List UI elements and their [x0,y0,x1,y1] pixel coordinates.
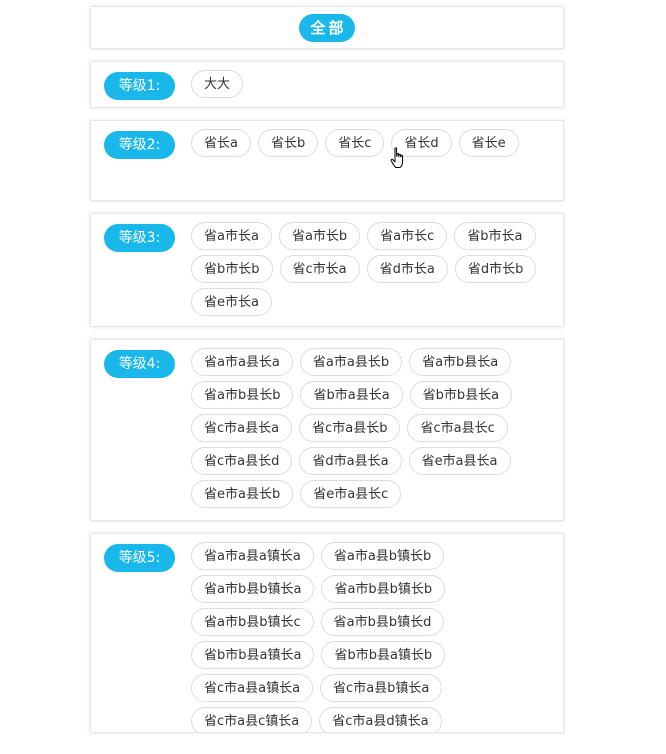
tag-item[interactable]: 省a市a县b镇长b [320,542,445,570]
tag-item[interactable]: 省e市a县长a [408,447,511,475]
tag-item[interactable]: 省b市长a [454,222,536,250]
level-4-panel: 等级4: 省a市a县长a 省a市a县长b 省a市b县长a 省a市b县长b 省b市… [90,339,564,521]
level-1-tags: 大大 [191,70,553,107]
tag-item[interactable]: 省c市a县b镇长a [320,674,443,702]
tag-item[interactable]: 省a市b县b镇长c [191,608,314,636]
tag-item[interactable]: 省c市a县长a [191,414,293,442]
level-2-label: 等级2: [104,131,175,159]
tag-item[interactable]: 省c市a县长c [407,414,508,442]
tag-item[interactable]: 省c市a县d镇长a [319,707,442,732]
tag-item[interactable]: 省a市b县长a [409,348,512,376]
tag-item[interactable]: 省长c [325,129,385,157]
tag-item[interactable]: 省d市长a [366,255,448,283]
tag-item[interactable]: 省长a [191,129,251,157]
level-3-panel: 等级3: 省a市长a 省a市长b 省a市长c 省b市长a 省b市长b 省c市长a… [90,213,564,327]
tag-item[interactable]: 省长b [257,129,319,157]
hand-pointer-icon [390,147,404,168]
level-1-label: 等级1: [104,72,175,100]
tag-item[interactable]: 省c市a县a镇长a [191,674,314,702]
tag-item[interactable]: 省a市b县长b [191,381,294,409]
tag-item[interactable]: 省e市长a [191,288,272,316]
level-2-tags: 省长a 省长b 省长c 省长d 省长e [191,129,553,200]
level-1-panel: 等级1: 大大 [90,61,564,108]
level-5-tags: 省a市a县a镇长a 省a市a县b镇长b 省a市b县b镇长a 省a市b县b镇长b … [191,542,553,732]
level-5-panel: 等级5: 省a市a县a镇长a 省a市a县b镇长b 省a市b县b镇长a 省a市b县… [90,533,564,733]
tag-item[interactable]: 省d市a县长a [299,447,402,475]
level-5-label: 等级5: [104,544,175,572]
tag-item[interactable]: 省a市长c [367,222,448,250]
tag-item[interactable]: 省a市a县长b [299,348,403,376]
tag-item[interactable]: 省b市a县长a [300,381,403,409]
tag-item[interactable]: 省a市a县长a [191,348,293,376]
tag-item[interactable]: 省c市a县长d [191,447,293,475]
tag-item[interactable]: 省b市b县长a [409,381,513,409]
tag-item[interactable]: 省e市a县长b [191,480,294,508]
tag-item[interactable]: 省a市长b [278,222,361,250]
tag-item[interactable]: 省长e [458,129,519,157]
tag-item[interactable]: 省e市a县长c [300,480,402,508]
tag-item[interactable]: 省c市a县c镇长a [191,707,313,732]
tag-item[interactable]: 省a市长a [191,222,272,250]
level-4-label: 等级4: [104,350,175,378]
all-button[interactable]: 全部 [299,13,355,42]
tag-item[interactable]: 省b市长b [191,255,273,283]
tag-item[interactable]: 省c市a县长b [299,414,401,442]
tag-item[interactable]: 省a市b县b镇长b [321,575,446,603]
tag-item[interactable]: 省b市b县a镇长a [191,641,315,669]
tag-item[interactable]: 省a市b县b镇长a [191,575,315,603]
tag-item[interactable]: 省d市长b [454,255,537,283]
tag-item[interactable]: 省a市a县a镇长a [191,542,314,570]
all-panel: 全部 [90,6,564,49]
tag-item[interactable]: 省a市b县b镇长d [320,608,445,636]
level-2-panel: 等级2: 省长a 省长b 省长c 省长d 省长e [90,120,564,201]
level-3-tags: 省a市长a 省a市长b 省a市长c 省b市长a 省b市长b 省c市长a 省d市长… [191,222,553,326]
tag-item[interactable]: 省b市b县a镇长b [321,641,446,669]
tag-item[interactable]: 大大 [191,70,244,98]
level-3-label: 等级3: [104,224,175,252]
level-4-tags: 省a市a县长a 省a市a县长b 省a市b县长a 省a市b县长b 省b市a县长a … [191,348,553,520]
tag-item[interactable]: 省c市长a [279,255,360,283]
